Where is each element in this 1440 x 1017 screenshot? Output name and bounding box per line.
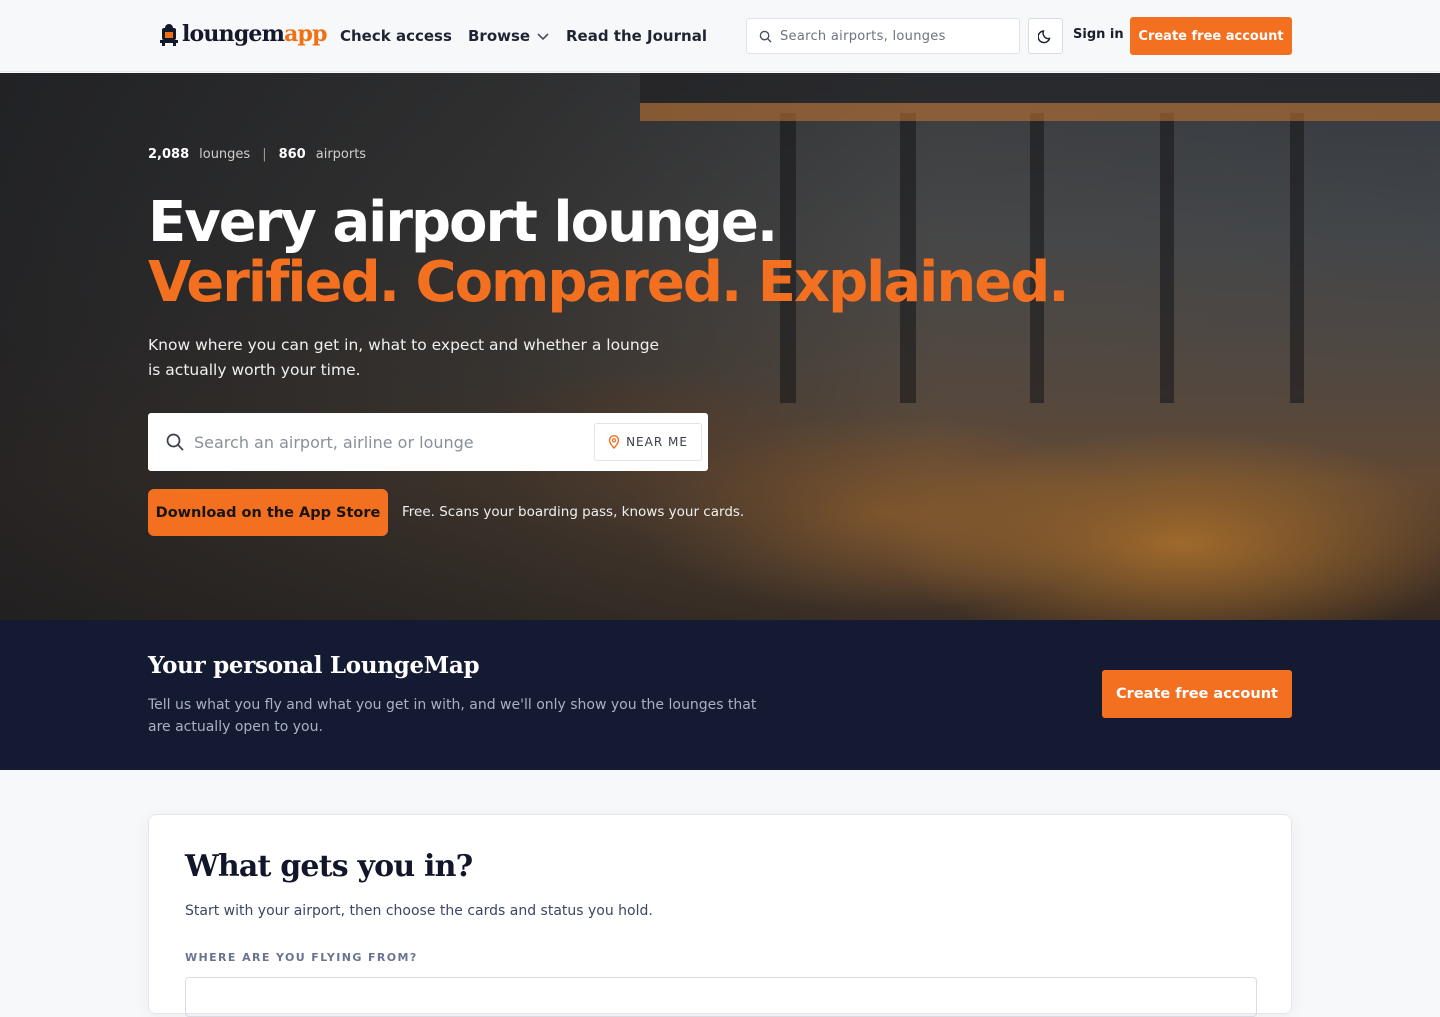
departure-airport-input[interactable] (185, 977, 1257, 1017)
card-subtitle: Start with your airport, then choose the… (185, 903, 653, 919)
lounges-label: lounges (199, 147, 251, 162)
access-card: What gets you in? Start with your airpor… (148, 814, 1292, 1017)
hero: 2,088 lounges | 860 airports Every airpo… (0, 73, 1440, 620)
hero-subtitle: Know where you can get in, what to expec… (148, 336, 660, 379)
hero-search-input[interactable] (194, 432, 574, 452)
stats-divider: | (262, 147, 267, 162)
band-title: Your personal LoungeMap (148, 652, 480, 679)
header-create-account-button[interactable]: Create free account (1130, 17, 1292, 55)
header-search-input[interactable] (780, 28, 1010, 44)
departure-field-label: WHERE ARE YOU FLYING FROM? (185, 951, 418, 964)
app-note: Free. Scans your boarding pass, knows yo… (402, 504, 745, 520)
location-pin-icon (608, 435, 620, 449)
card-title: What gets you in? (185, 849, 473, 884)
header-search[interactable] (746, 18, 1020, 54)
near-me-label: NEAR ME (626, 435, 688, 449)
band-text: Tell us what you fly and what you get in… (148, 697, 757, 735)
nav-browse[interactable]: Browse (468, 26, 550, 46)
hero-headline-line1: Every airport lounge. (148, 190, 778, 255)
airports-count: 860 (278, 147, 306, 162)
lounges-count: 2,088 (148, 147, 190, 162)
nav-journal[interactable]: Read the Journal (566, 26, 707, 46)
logo-text-primary: loungem (182, 21, 285, 47)
search-icon (166, 433, 184, 451)
logo[interactable]: loungemapp (158, 18, 328, 50)
airports-label: airports (315, 147, 367, 162)
app-store-button[interactable]: Download on the App Store (148, 489, 388, 536)
search-icon (759, 30, 772, 43)
site-header: loungemapp Check access Browse Read the … (0, 0, 1440, 72)
logo-icon (160, 24, 178, 46)
nav-check-access[interactable]: Check access (340, 26, 452, 46)
hero-search[interactable]: NEAR ME (148, 413, 708, 471)
hero-headline-line2: Verified. Compared. Explained. (148, 250, 1070, 315)
moon-icon (1037, 30, 1051, 44)
band-create-account-button[interactable]: Create free account (1102, 670, 1292, 718)
chevron-down-icon (537, 33, 549, 41)
nav-browse-label: Browse (468, 27, 531, 45)
near-me-button[interactable]: NEAR ME (594, 423, 702, 461)
theme-toggle-button[interactable] (1028, 18, 1063, 54)
logo-text-accent: app (284, 21, 327, 47)
logo-text: loungemapp (182, 21, 328, 47)
personal-loungemap-band: Your personal LoungeMap Tell us what you… (0, 620, 1440, 770)
hero-stats: 2,088 lounges | 860 airports (148, 147, 366, 162)
sign-in-link[interactable]: Sign in (1073, 27, 1124, 42)
